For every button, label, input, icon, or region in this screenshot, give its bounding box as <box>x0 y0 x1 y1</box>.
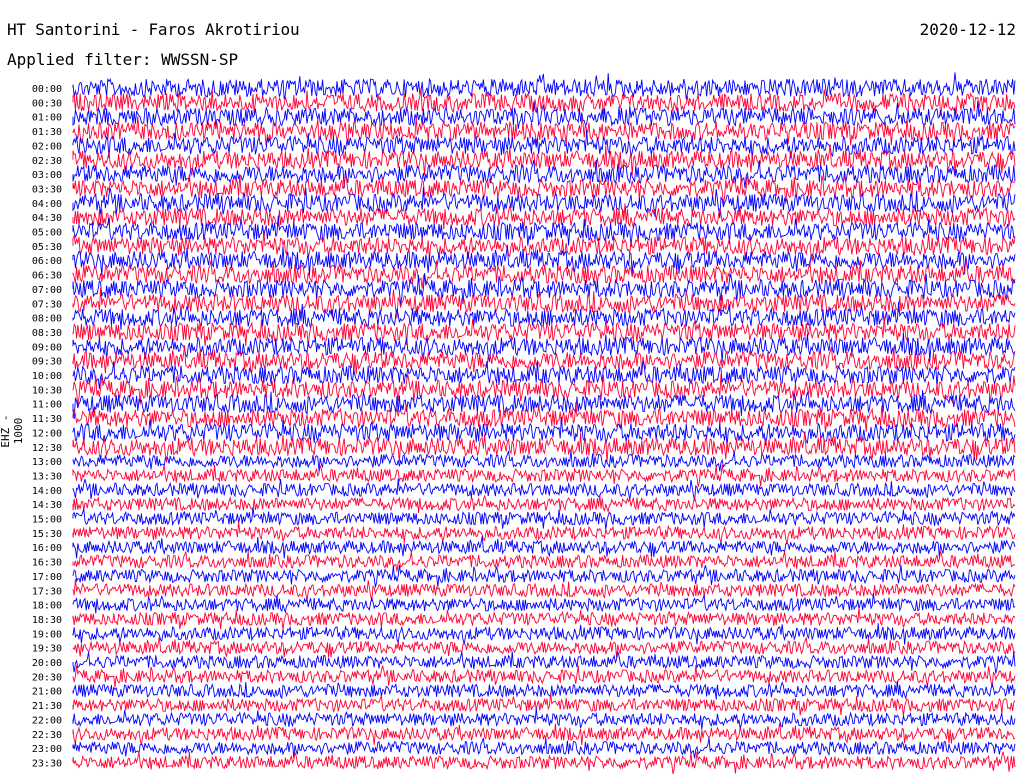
row-time-label: 03:00 <box>32 170 62 181</box>
row-time-label: 01:00 <box>32 113 62 124</box>
seismic-trace-row <box>72 651 1016 674</box>
helicorder-plot: 00:00 00:30 01:00 01:30 02:00 02:30 03:00 03:30… <box>32 72 1016 775</box>
row-time-label: 11:30 <box>32 414 62 425</box>
row-time-label: 00:30 <box>32 98 62 109</box>
seismic-trace-row <box>72 332 1016 363</box>
row-time-label: 15:30 <box>32 529 62 540</box>
seismic-trace-row <box>72 737 1016 759</box>
row-time-label: 18:30 <box>32 615 62 626</box>
tick-label-layer: 00:00 00:30 01:00 01:30 02:00 02:30 03:00 03:30… <box>32 84 62 769</box>
row-time-label: 21:30 <box>32 701 62 712</box>
row-time-label: 08:00 <box>32 314 62 325</box>
row-time-label: 20:30 <box>32 672 62 683</box>
seismic-trace-row <box>72 159 1016 189</box>
seismic-trace-row <box>72 665 1016 688</box>
row-time-label: 21:00 <box>32 687 62 698</box>
row-time-label: 15:00 <box>32 515 62 526</box>
row-time-label: 09:00 <box>32 342 62 353</box>
trace-layer <box>72 72 1016 775</box>
seismic-trace-row <box>72 259 1016 289</box>
row-time-label: 16:00 <box>32 543 62 554</box>
row-time-label: 05:00 <box>32 228 62 239</box>
row-time-label: 06:30 <box>32 271 62 282</box>
row-time-label: 04:00 <box>32 199 62 210</box>
seismic-trace-row <box>72 478 1016 501</box>
row-time-label: 12:00 <box>32 428 62 439</box>
row-time-label: 04:30 <box>32 213 62 224</box>
row-time-label: 07:30 <box>32 299 62 310</box>
row-time-label: 12:30 <box>32 443 62 454</box>
row-time-label: 17:30 <box>32 586 62 597</box>
seismic-trace-row <box>72 464 1016 488</box>
row-time-label: 22:30 <box>32 730 62 741</box>
row-time-label: 13:00 <box>32 457 62 468</box>
row-time-label: 02:00 <box>32 141 62 152</box>
seismic-trace-row <box>72 708 1016 730</box>
row-time-label: 14:00 <box>32 486 62 497</box>
row-time-label: 00:00 <box>32 84 62 95</box>
row-time-label: 18:00 <box>32 601 62 612</box>
seismic-trace-row <box>72 507 1016 530</box>
row-time-label: 10:30 <box>32 385 62 396</box>
seismic-trace-row <box>72 751 1016 775</box>
row-time-label: 07:00 <box>32 285 62 296</box>
seismic-trace-row <box>72 173 1016 205</box>
row-time-label: 03:30 <box>32 184 62 195</box>
seismic-trace-row <box>72 494 1016 514</box>
row-time-label: 13:30 <box>32 471 62 482</box>
row-time-label: 06:00 <box>32 256 62 267</box>
seismic-trace-row <box>72 72 1016 100</box>
seismic-trace-row <box>72 565 1016 588</box>
row-time-label: 08:30 <box>32 328 62 339</box>
row-time-label: 02:30 <box>32 156 62 167</box>
seismic-trace-row <box>72 593 1016 614</box>
seismic-trace-row <box>72 607 1016 630</box>
seismic-trace-row <box>72 550 1016 572</box>
row-time-label: 17:00 <box>32 572 62 583</box>
seismic-trace-row <box>72 680 1016 700</box>
row-time-label: 16:30 <box>32 558 62 569</box>
row-time-label: 10:00 <box>32 371 62 382</box>
row-time-label: 22:00 <box>32 715 62 726</box>
seismic-trace-row <box>72 636 1016 658</box>
row-time-label: 11:00 <box>32 400 62 411</box>
row-time-label: 09:30 <box>32 357 62 368</box>
row-time-label: 23:00 <box>32 744 62 755</box>
row-time-label: 01:30 <box>32 127 62 138</box>
row-time-label: 05:30 <box>32 242 62 253</box>
row-time-label: 23:30 <box>32 758 62 769</box>
row-time-label: 19:00 <box>32 629 62 640</box>
row-time-label: 14:30 <box>32 500 62 511</box>
row-time-label: 20:00 <box>32 658 62 669</box>
row-time-label: 19:30 <box>32 644 62 655</box>
seismic-trace-row <box>72 536 1016 559</box>
seismic-trace-row <box>72 722 1016 746</box>
